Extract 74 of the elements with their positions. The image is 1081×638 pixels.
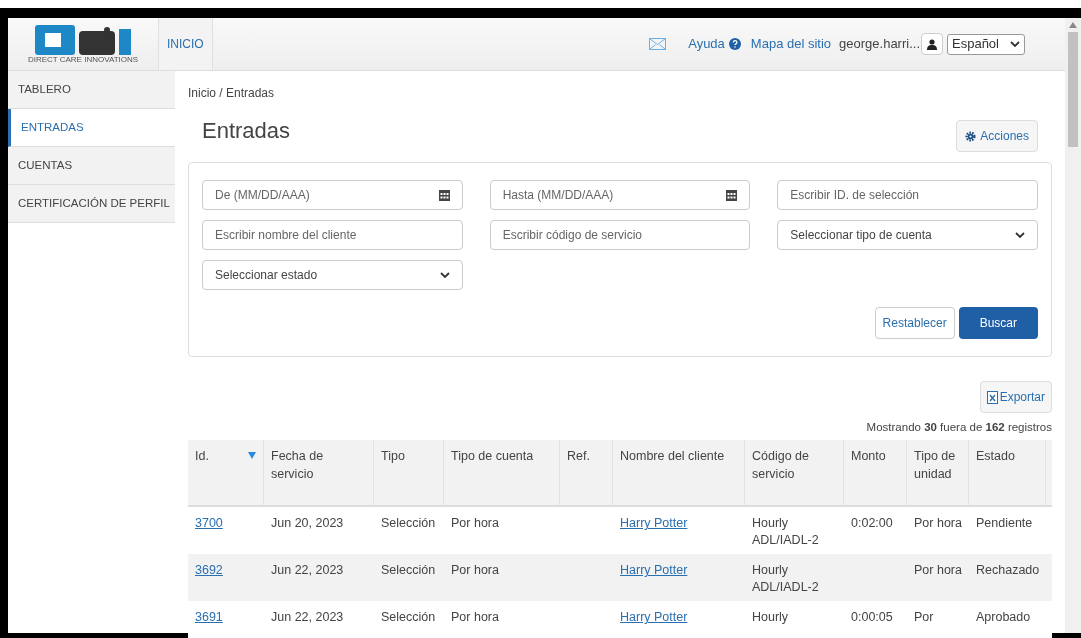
table-cell: Jun 22, 2023 bbox=[271, 610, 344, 625]
column-header[interactable]: Nombre del cliente bbox=[613, 440, 745, 506]
table-cell: Jun 20, 2023 bbox=[271, 516, 344, 531]
select-field[interactable]: Seleccionar tipo de cuenta bbox=[777, 220, 1038, 250]
column-header[interactable]: Ref. bbox=[560, 440, 613, 506]
page-title: Entradas bbox=[202, 120, 291, 142]
record-summary: Mostrando 30 fuera de 162 registros bbox=[865, 420, 1052, 435]
user-icon bbox=[927, 38, 937, 50]
calendar-icon bbox=[726, 189, 738, 201]
gear-icon bbox=[965, 130, 977, 142]
breadcrumb: Inicio / Entradas bbox=[188, 85, 276, 102]
spreadsheet-icon bbox=[986, 390, 998, 404]
export-button[interactable]: Exportar bbox=[979, 381, 1052, 413]
column-header[interactable]: Tipo bbox=[374, 440, 444, 506]
select-field[interactable]: Seleccionar estado bbox=[202, 260, 463, 290]
table-cell: Selección bbox=[381, 610, 436, 625]
question-icon bbox=[728, 38, 741, 50]
client-link[interactable]: Harry Potter bbox=[620, 610, 688, 625]
mail-icon[interactable] bbox=[649, 38, 667, 50]
language-select[interactable]: Español bbox=[947, 33, 1025, 55]
table-cell: Hourly bbox=[752, 610, 789, 625]
chevron-down-icon bbox=[439, 271, 450, 279]
table-cell: 0:00:05 bbox=[851, 610, 893, 625]
client-link[interactable]: Harry Potter bbox=[620, 516, 688, 531]
column-header[interactable]: Tipo de unidad bbox=[907, 440, 969, 506]
table-cell: Selección bbox=[381, 516, 436, 531]
table-cell: 0:02:00 bbox=[851, 516, 893, 531]
entry-id-link[interactable]: 3700 bbox=[195, 516, 223, 531]
table-cell: Hourly ADL/IADL-2 bbox=[752, 516, 819, 548]
table-cell: Pendiente bbox=[976, 516, 1033, 531]
logo-caption: DIRECT CARE INNOVATIONS bbox=[27, 55, 139, 64]
sort-down-icon[interactable] bbox=[248, 452, 256, 460]
entry-id-link[interactable]: 3692 bbox=[195, 563, 223, 578]
column-header[interactable]: Estado bbox=[969, 440, 1046, 506]
search-button[interactable]: Buscar bbox=[958, 307, 1038, 339]
scrollbar-thumb[interactable] bbox=[1068, 32, 1078, 147]
column-header[interactable]: Código de servicio bbox=[745, 440, 844, 506]
column-header[interactable]: Monto bbox=[844, 440, 907, 506]
chevron-down-icon bbox=[1010, 40, 1020, 48]
chevron-down-icon bbox=[1015, 231, 1025, 239]
table-cell: Jun 22, 2023 bbox=[271, 563, 344, 578]
table-cell: Hourly ADL/IADL-2 bbox=[752, 563, 819, 595]
table-cell: Por bbox=[914, 610, 934, 625]
table-cell: Selección bbox=[381, 563, 436, 578]
date-field[interactable]: Hasta (MM/DD/AAA) bbox=[489, 180, 751, 210]
table-cell: Por hora bbox=[451, 563, 499, 578]
reset-button[interactable]: Restablecer bbox=[874, 307, 955, 339]
table-cell: Por hora bbox=[451, 610, 499, 625]
entry-id-link[interactable]: 3691 bbox=[195, 610, 223, 625]
sidebar-item[interactable]: CUENTAS bbox=[8, 147, 175, 185]
column-header[interactable]: Fecha de servicio bbox=[264, 440, 374, 506]
sitemap-link[interactable]: Mapa del sitio bbox=[750, 34, 832, 54]
actions-button[interactable]: Acciones bbox=[956, 120, 1038, 152]
date-field[interactable]: De (MM/DD/AAA) bbox=[202, 180, 463, 210]
logo-icon bbox=[35, 24, 131, 55]
table-cell: Aprobado bbox=[976, 610, 1031, 625]
table-cell: Por hora bbox=[451, 516, 499, 531]
table-cell: Por hora bbox=[914, 516, 962, 531]
nav-tab[interactable]: INICIO bbox=[158, 18, 213, 70]
user-button[interactable] bbox=[921, 33, 943, 55]
scroll-up-icon[interactable] bbox=[1069, 22, 1077, 28]
table-cell: Rechazado bbox=[976, 563, 1040, 578]
column-header[interactable]: Tipo de cuenta bbox=[444, 440, 560, 506]
input-field[interactable]: Escribir ID. de selección bbox=[777, 180, 1038, 210]
sidebar-item[interactable]: ENTRADAS bbox=[8, 109, 175, 147]
username: george.harri... bbox=[839, 35, 920, 54]
column-header[interactable]: Id. bbox=[188, 440, 264, 506]
client-link[interactable]: Harry Potter bbox=[620, 563, 688, 578]
help-link[interactable]: Ayuda bbox=[688, 34, 741, 54]
sidebar-item[interactable]: CERTIFICACIÓN DE PERFIL bbox=[8, 185, 175, 223]
calendar-icon bbox=[438, 189, 450, 201]
table-cell: Por hora bbox=[914, 563, 962, 578]
input-field[interactable]: Escribir código de servicio bbox=[489, 220, 751, 250]
input-field[interactable]: Escribir nombre del cliente bbox=[202, 220, 463, 250]
